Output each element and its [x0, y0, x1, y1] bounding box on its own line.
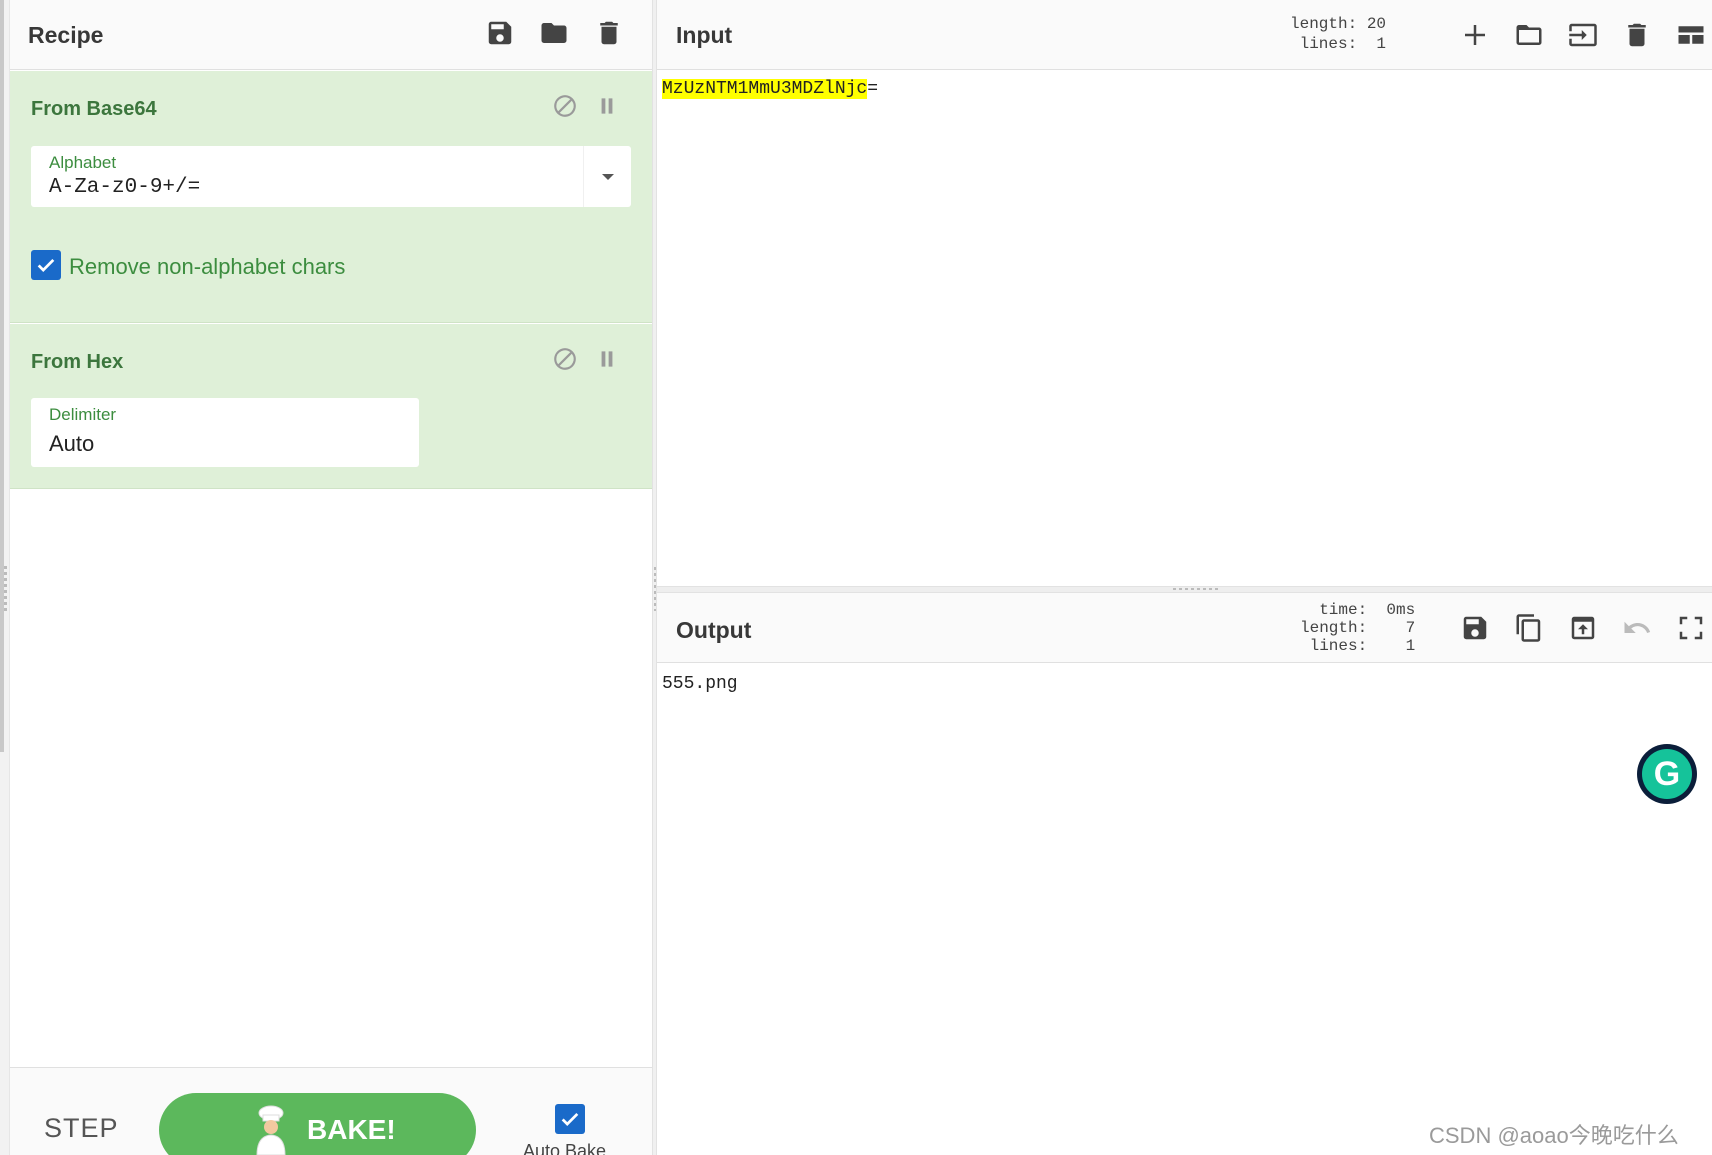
disable-operation-button[interactable] — [550, 344, 580, 374]
operation-title: From Base64 — [31, 98, 157, 120]
load-recipe-button[interactable] — [537, 16, 571, 50]
reset-layout-button[interactable] — [1674, 18, 1708, 52]
dropdown-toggle[interactable] — [583, 146, 631, 207]
recipe-panel: Recipe From Base64 Alphabet A-Za-z0-9+/= — [0, 0, 652, 1155]
operation-from-base64[interactable]: From Base64 Alphabet A-Za-z0-9+/= Remove… — [10, 71, 652, 323]
resize-grip[interactable] — [4, 566, 7, 614]
open-file-button[interactable] — [1566, 18, 1600, 52]
maximize-output-button[interactable] — [1674, 611, 1708, 645]
vertical-resizer[interactable] — [652, 0, 657, 1155]
input-header: Input length: 20 lines: 1 — [657, 0, 1712, 70]
save-recipe-button[interactable] — [483, 16, 517, 50]
output-title: Output — [676, 617, 752, 643]
clear-recipe-button[interactable] — [592, 16, 626, 50]
operation-from-hex[interactable]: From Hex Delimiter Auto — [10, 324, 652, 489]
remove-non-alphabet-checkbox[interactable] — [31, 250, 61, 280]
grammarly-button[interactable]: G — [1637, 744, 1697, 804]
save-icon — [488, 21, 512, 45]
left-scrollbar[interactable] — [0, 0, 10, 1155]
grammarly-icon: G — [1642, 749, 1692, 799]
resize-grip[interactable] — [654, 567, 656, 611]
layout-icon — [1678, 26, 1704, 44]
input-stats: length: 20 lines: 1 — [1290, 15, 1387, 53]
copy-output-button[interactable] — [1512, 611, 1546, 645]
undo-icon — [1624, 621, 1651, 633]
horizontal-resizer[interactable] — [657, 586, 1712, 593]
input-textarea[interactable]: MzUzNTM1MmU3MDZlNjc= — [662, 79, 878, 99]
undo-button[interactable] — [1620, 611, 1654, 645]
fullscreen-icon — [1679, 616, 1703, 640]
open-folder-button[interactable] — [1512, 18, 1546, 52]
pause-icon — [601, 98, 613, 114]
disable-operation-button[interactable] — [550, 91, 580, 121]
auto-bake-checkbox[interactable] — [555, 1104, 585, 1134]
delimiter-select[interactable]: Delimiter Auto — [31, 398, 419, 467]
checkmark-icon — [561, 1112, 579, 1126]
output-textarea[interactable]: 555.png — [662, 674, 738, 694]
input-title: Input — [676, 22, 733, 48]
bake-button[interactable]: BAKE! — [159, 1093, 476, 1155]
trash-icon — [600, 21, 618, 45]
recipe-header: Recipe — [10, 0, 652, 70]
folder-icon — [541, 23, 567, 43]
input-file-icon — [1569, 23, 1597, 47]
resize-grip[interactable] — [1173, 588, 1221, 590]
disable-icon — [554, 95, 576, 117]
add-input-tab-button[interactable] — [1458, 18, 1492, 52]
pause-icon — [601, 351, 613, 367]
output-header: Output time: 0ms length: 7 lines: 1 — [657, 593, 1712, 663]
disable-icon — [554, 348, 576, 370]
alphabet-label: Alphabet — [49, 153, 117, 172]
bake-label: BAKE! — [307, 1114, 396, 1145]
save-icon — [1463, 616, 1487, 640]
auto-bake-label[interactable]: Auto Bake — [523, 1141, 606, 1155]
clear-input-button[interactable] — [1620, 18, 1654, 52]
replace-input-icon — [1571, 616, 1595, 640]
delimiter-label: Delimiter — [49, 405, 117, 424]
checkmark-icon — [37, 258, 55, 272]
delimiter-value: Auto — [49, 431, 95, 456]
watermark: CSDN @aoao今晚吃什么 — [1429, 1123, 1679, 1148]
copy-icon — [1516, 614, 1541, 642]
alphabet-value: A-Za-z0-9+/= — [49, 176, 201, 199]
breakpoint-button[interactable] — [592, 344, 622, 374]
operation-title: From Hex — [31, 351, 124, 373]
remove-non-alphabet-label[interactable]: Remove non-alphabet chars — [69, 254, 345, 280]
folder-icon — [1516, 25, 1542, 45]
trash-icon — [1628, 23, 1646, 47]
replace-input-button[interactable] — [1566, 611, 1600, 645]
highlighted-text: MzUzNTM1MmU3MDZlNjc — [662, 79, 868, 99]
input-text-rest: = — [867, 79, 879, 99]
chef-icon — [256, 1105, 286, 1155]
step-button[interactable]: STEP — [44, 1113, 119, 1144]
output-stats: time: 0ms length: 7 lines: 1 — [1300, 601, 1416, 655]
recipe-footer: STEP BAKE! Auto Bake — [10, 1067, 652, 1155]
recipe-title: Recipe — [28, 22, 104, 48]
save-output-button[interactable] — [1458, 611, 1492, 645]
plus-icon — [1465, 25, 1485, 45]
breakpoint-button[interactable] — [592, 91, 622, 121]
scrollbar-thumb[interactable] — [0, 0, 4, 752]
chevron-down-icon — [601, 173, 614, 180]
alphabet-select[interactable]: Alphabet A-Za-z0-9+/= — [31, 146, 631, 207]
